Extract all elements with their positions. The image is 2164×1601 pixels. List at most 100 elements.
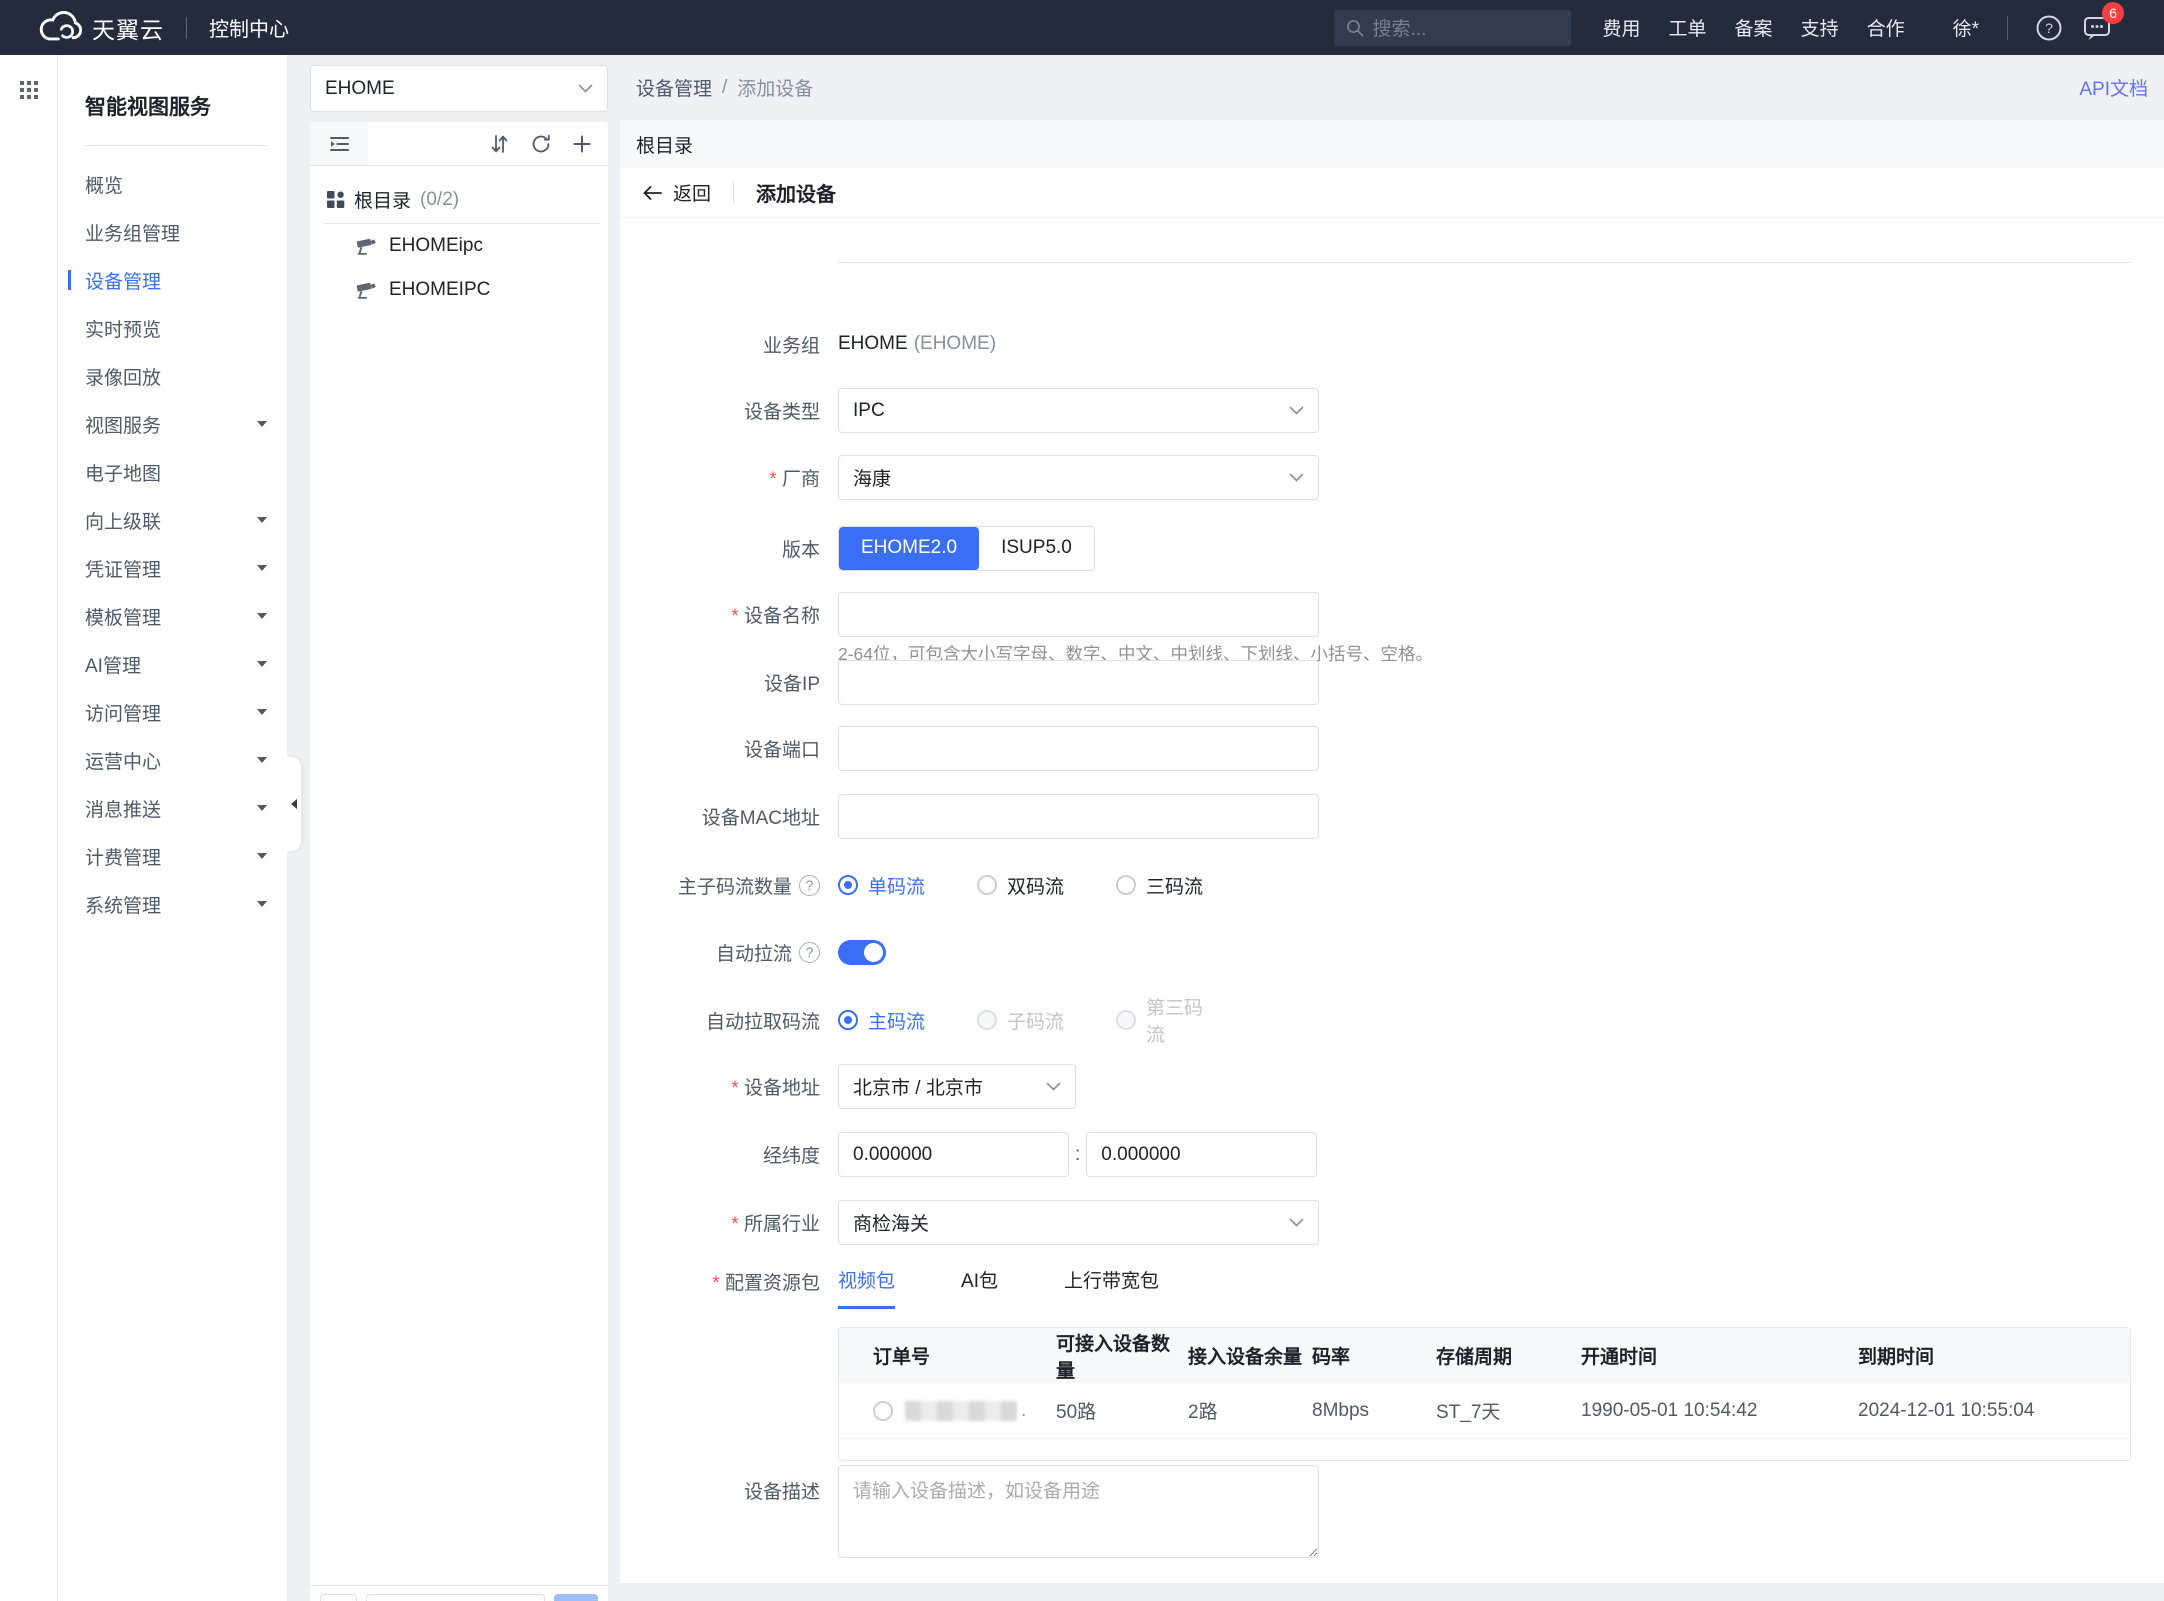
sidebar-item-business-groups[interactable]: 业务组管理	[58, 208, 287, 256]
back-label: 返回	[673, 179, 711, 206]
auto-pull-stream-radio-group: 主码流 子码流 第三码流	[838, 993, 1255, 1047]
radio-dual-stream[interactable]: 双码流	[977, 872, 1072, 899]
filter-button[interactable]	[320, 1594, 357, 1601]
vendor-select[interactable]: 海康	[838, 455, 1319, 500]
device-port-input[interactable]	[853, 738, 1304, 760]
sidebar-item-credentials[interactable]: 凭证管理	[58, 544, 287, 592]
sidebar-item-playback[interactable]: 录像回放	[58, 352, 287, 400]
header-divider	[733, 182, 734, 204]
business-group-select[interactable]: EHOME	[310, 65, 608, 112]
api-docs-link[interactable]: API文档	[2079, 74, 2148, 101]
sidebar-item-message-push[interactable]: 消息推送	[58, 784, 287, 832]
user-menu[interactable]: 徐*	[1953, 14, 1979, 41]
radio-icon	[977, 1010, 997, 1030]
device-type-select[interactable]: IPC	[838, 388, 1319, 433]
cell-storage: ST_7天	[1436, 1397, 1581, 1424]
breadcrumb-device-management[interactable]: 设备管理	[636, 74, 712, 101]
radio-single-stream[interactable]: 单码流	[838, 872, 933, 899]
device-tree-card: 根目录 (0/2) EHOMEipc EHOMEIPC	[310, 122, 608, 1601]
radio-triple-stream[interactable]: 三码流	[1116, 872, 1211, 899]
description-label: 设备描述	[620, 1465, 820, 1504]
business-group-label: 业务组	[620, 331, 820, 358]
auto-pull-toggle[interactable]	[838, 940, 886, 965]
latitude-input[interactable]	[1101, 1144, 1302, 1166]
collapse-tree-button[interactable]	[310, 122, 368, 165]
radio-main-stream[interactable]: 主码流	[838, 1007, 933, 1034]
tree-search-input[interactable]	[366, 1594, 545, 1601]
tree-item-device[interactable]: EHOMEipc	[310, 224, 608, 268]
version-label: 版本	[620, 535, 820, 562]
sidebar-item-device-management[interactable]: 设备管理	[58, 256, 287, 304]
device-name-input[interactable]	[853, 604, 1304, 626]
sidebar-item-system[interactable]: 系统管理	[58, 880, 287, 928]
menu-item-fees[interactable]: 费用	[1603, 14, 1641, 41]
global-search-input[interactable]: 搜索...	[1334, 10, 1571, 46]
longitude-input[interactable]	[853, 1144, 1054, 1166]
device-ip-input[interactable]	[853, 672, 1304, 694]
tree-search-button[interactable]	[554, 1594, 598, 1601]
sidebar-item-cascade-up[interactable]: 向上级联	[58, 496, 287, 544]
table-row[interactable]: . 50路 2路 8Mbps ST_7天 1990-05-01 10:54:42…	[839, 1383, 2130, 1439]
device-port-field	[838, 726, 1319, 771]
sidebar-item-templates[interactable]: 模板管理	[58, 592, 287, 640]
device-mac-label: 设备MAC地址	[620, 803, 820, 830]
sidebar-collapse-handle[interactable]	[286, 757, 301, 851]
messages-button[interactable]: 6	[2080, 11, 2114, 45]
menu-item-cooperation[interactable]: 合作	[1867, 14, 1905, 41]
tree-item-label: EHOMEipc	[389, 235, 483, 257]
menu-item-tickets[interactable]: 工单	[1669, 14, 1707, 41]
device-address-select[interactable]: 北京市 / 北京市	[838, 1064, 1076, 1109]
industry-select[interactable]: 商检海关	[838, 1200, 1319, 1245]
order-no-redacted	[905, 1401, 1017, 1421]
sidebar-title: 智能视图服务	[85, 91, 287, 121]
sort-button[interactable]	[488, 133, 510, 155]
chevron-down-icon	[257, 709, 267, 715]
sidebar-item-view-service[interactable]: 视图服务	[58, 400, 287, 448]
package-table: 订单号 可接入设备数量 接入设备余量 码率 存储周期 开通时间 到期时间 .	[838, 1327, 2131, 1461]
business-group-value: EHOME	[838, 333, 908, 355]
tree-root-node[interactable]: 根目录 (0/2)	[310, 166, 608, 223]
device-port-label: 设备端口	[620, 735, 820, 762]
console-link[interactable]: 控制中心	[209, 13, 289, 42]
cloud-logo-icon[interactable]	[38, 11, 82, 45]
apps-grid-icon[interactable]	[20, 81, 38, 99]
form-row-vendor: 厂商 海康	[620, 455, 1319, 500]
tree-item-device[interactable]: EHOMEIPC	[310, 268, 608, 312]
menu-item-support[interactable]: 支持	[1801, 14, 1839, 41]
sidebar-item-live-preview[interactable]: 实时预览	[58, 304, 287, 352]
stream-count-help-icon[interactable]: ?	[799, 875, 820, 896]
version-option-ehome2[interactable]: EHOME2.0	[839, 527, 979, 570]
menu-item-filing[interactable]: 备案	[1735, 14, 1773, 41]
refresh-button[interactable]	[530, 133, 552, 155]
form-row-device-address: 设备地址 北京市 / 北京市	[620, 1064, 1076, 1109]
chevron-down-icon	[257, 613, 267, 619]
sidebar-item-billing[interactable]: 计费管理	[58, 832, 287, 880]
back-button[interactable]: 返回	[642, 179, 711, 206]
auto-pull-help-icon[interactable]: ?	[799, 942, 820, 963]
tab-ai-package[interactable]: AI包	[961, 1266, 998, 1309]
add-device-button[interactable]	[572, 134, 592, 154]
form-row-auto-pull: 自动拉流 ?	[620, 939, 886, 965]
device-ip-field	[838, 660, 1319, 705]
version-option-isup5[interactable]: ISUP5.0	[979, 527, 1094, 570]
sidebar-item-overview[interactable]: 概览	[58, 160, 287, 208]
device-mac-input[interactable]	[853, 806, 1304, 828]
sidebar-item-access-management[interactable]: 访问管理	[58, 688, 287, 736]
page-title: 添加设备	[756, 178, 836, 207]
brand-name[interactable]: 天翼云	[92, 11, 164, 45]
tab-video-package[interactable]: 视频包	[838, 1266, 895, 1309]
help-button[interactable]: ?	[2032, 11, 2066, 45]
form-row-device-mac: 设备MAC地址	[620, 794, 1319, 839]
chevron-down-icon	[257, 517, 267, 523]
row-radio[interactable]	[873, 1401, 893, 1421]
description-textarea[interactable]	[838, 1465, 1319, 1558]
sidebar-item-operation-center[interactable]: 运营中心	[58, 736, 287, 784]
industry-value: 商检海关	[853, 1209, 929, 1236]
vendor-value: 海康	[853, 464, 891, 491]
radio-icon	[977, 875, 997, 895]
sidebar-item-emap[interactable]: 电子地图	[58, 448, 287, 496]
device-type-label: 设备类型	[620, 397, 820, 424]
sidebar-item-ai-management[interactable]: AI管理	[58, 640, 287, 688]
tab-upstream-bandwidth-package[interactable]: 上行带宽包	[1064, 1266, 1159, 1309]
message-badge: 6	[2102, 2, 2124, 24]
